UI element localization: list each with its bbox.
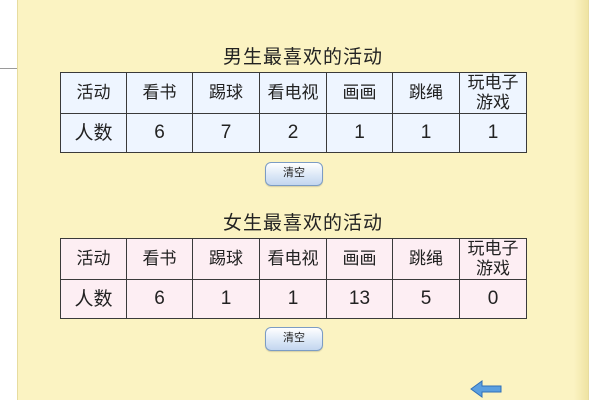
count-cell[interactable]: 1: [259, 279, 327, 319]
count-cell[interactable]: 1: [326, 113, 393, 153]
activity-cell: 玩电子 游戏: [459, 238, 527, 280]
activity-cell: 看电视: [259, 238, 327, 280]
count-cell[interactable]: 6: [126, 113, 193, 153]
activity-cell: 跳绳: [392, 72, 460, 114]
activity-cell: 踢球: [192, 72, 260, 114]
row-label-count: 人数: [60, 279, 127, 319]
count-cell[interactable]: 1: [459, 113, 527, 153]
activity-cell: 看书: [126, 238, 193, 280]
boys-activity-table: 活动 看书 踢球 看电视 画画 跳绳 玩电子 游戏 人数 6 7 2 1 1 1: [60, 72, 527, 153]
activity-cell: 玩电子 游戏: [459, 72, 527, 114]
content-panel: 男生最喜欢的活动 活动 看书 踢球 看电视 画画 跳绳 玩电子 游戏 人数 6 …: [17, 0, 589, 400]
activity-cell: 看电视: [259, 72, 327, 114]
count-cell[interactable]: 1: [392, 113, 460, 153]
count-cell[interactable]: 7: [192, 113, 260, 153]
count-cell[interactable]: 2: [259, 113, 327, 153]
count-cell[interactable]: 6: [126, 279, 193, 319]
activity-cell-line: 游戏: [476, 93, 510, 113]
activity-cell: 画画: [326, 72, 393, 114]
count-row: 人数 6 7 2 1 1 1: [60, 113, 527, 153]
activity-row: 活动 看书 踢球 看电视 画画 跳绳 玩电子 游戏: [60, 238, 527, 280]
boys-section-title: 男生最喜欢的活动: [222, 46, 383, 68]
row-label-activity: 活动: [60, 238, 127, 280]
girls-activity-table: 活动 看书 踢球 看电视 画画 跳绳 玩电子 游戏 人数 6 1 1 13 5 …: [60, 238, 527, 319]
activity-row: 活动 看书 踢球 看电视 画画 跳绳 玩电子 游戏: [60, 72, 527, 114]
count-cell[interactable]: 0: [459, 279, 527, 319]
activity-cell-line: 玩电子: [467, 239, 519, 259]
activity-cell-line: 游戏: [476, 259, 510, 279]
activity-cell: 踢球: [192, 238, 260, 280]
row-label-activity: 活动: [60, 72, 127, 114]
activity-cell: 看书: [126, 72, 193, 114]
count-cell[interactable]: 13: [326, 279, 393, 319]
left-divider-line: [0, 68, 17, 69]
count-row: 人数 6 1 1 13 5 0: [60, 279, 527, 319]
back-arrow-icon[interactable]: [470, 380, 502, 398]
activity-cell-line: 玩电子: [467, 73, 519, 93]
row-label-count: 人数: [60, 113, 127, 153]
count-cell[interactable]: 5: [392, 279, 460, 319]
activity-cell: 跳绳: [392, 238, 460, 280]
girls-clear-button[interactable]: 清空: [265, 327, 323, 351]
girls-section-title: 女生最喜欢的活动: [222, 212, 383, 234]
activity-cell: 画画: [326, 238, 393, 280]
count-cell[interactable]: 1: [192, 279, 260, 319]
boys-clear-button[interactable]: 清空: [265, 162, 323, 186]
